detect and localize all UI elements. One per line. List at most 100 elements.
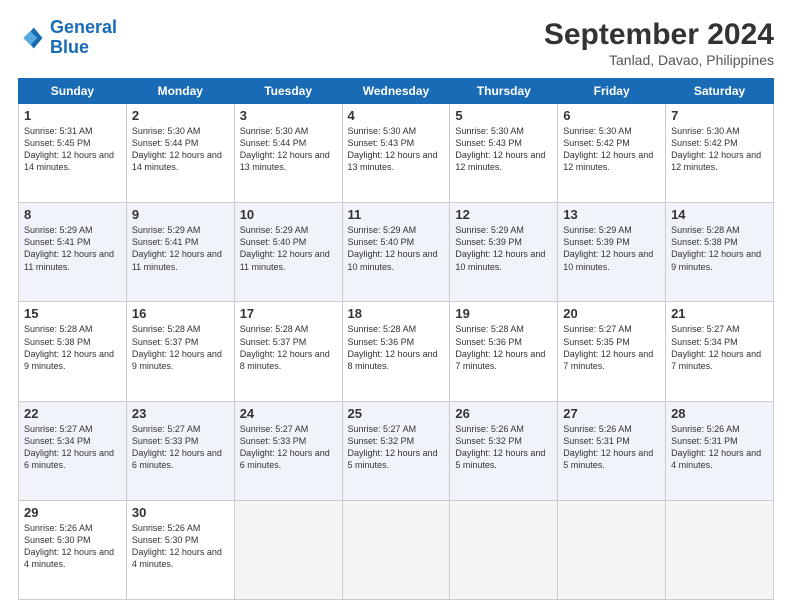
- day-number: 5: [455, 108, 552, 123]
- table-row: 13Sunrise: 5:29 AMSunset: 5:39 PMDayligh…: [558, 203, 666, 302]
- calendar-row: 1 Sunrise: 5:31 AMSunset: 5:45 PMDaylight…: [19, 104, 774, 203]
- table-row: 15Sunrise: 5:28 AMSunset: 5:38 PMDayligh…: [19, 302, 127, 401]
- table-row: 20 Sunrise: 5:27 AMSunset: 5:35 PMDayligh…: [558, 302, 666, 401]
- table-row: 10 Sunrise: 5:29 AMSunset: 5:40 PMDayligh…: [234, 203, 342, 302]
- day-info: Sunrise: 5:30 AMSunset: 5:43 PMDaylight:…: [348, 125, 445, 174]
- table-row: 2 Sunrise: 5:30 AMSunset: 5:44 PMDaylight…: [126, 104, 234, 203]
- day-info: Sunrise: 5:26 AMSunset: 5:31 PMDaylight:…: [671, 423, 768, 472]
- day-info: Sunrise: 5:27 AMSunset: 5:34 PMDaylight:…: [671, 323, 768, 372]
- day-info: Sunrise: 5:29 AMSunset: 5:39 PMDaylight:…: [563, 224, 660, 273]
- day-info: Sunrise: 5:28 AMSunset: 5:38 PMDaylight:…: [24, 323, 121, 372]
- day-number: 27: [563, 406, 660, 421]
- logo-text: General Blue: [50, 18, 117, 58]
- table-row: 25Sunrise: 5:27 AMSunset: 5:32 PMDayligh…: [342, 401, 450, 500]
- table-row: 8 Sunrise: 5:29 AMSunset: 5:41 PMDaylight…: [19, 203, 127, 302]
- col-friday: Friday: [558, 79, 666, 104]
- day-info: Sunrise: 5:30 AMSunset: 5:44 PMDaylight:…: [132, 125, 229, 174]
- day-number: 1: [24, 108, 121, 123]
- col-wednesday: Wednesday: [342, 79, 450, 104]
- day-number: 6: [563, 108, 660, 123]
- col-monday: Monday: [126, 79, 234, 104]
- day-info: Sunrise: 5:31 AMSunset: 5:45 PMDaylight:…: [24, 125, 121, 174]
- calendar-row: 8 Sunrise: 5:29 AMSunset: 5:41 PMDaylight…: [19, 203, 774, 302]
- col-saturday: Saturday: [666, 79, 774, 104]
- day-number: 29: [24, 505, 121, 520]
- header: General Blue September 2024 Tanlad, Dava…: [18, 18, 774, 68]
- day-number: 16: [132, 306, 229, 321]
- day-number: 21: [671, 306, 768, 321]
- day-number: 8: [24, 207, 121, 222]
- table-row: 11 Sunrise: 5:29 AMSunset: 5:40 PMDayligh…: [342, 203, 450, 302]
- day-info: Sunrise: 5:29 AMSunset: 5:40 PMDaylight:…: [348, 224, 445, 273]
- table-row: 27Sunrise: 5:26 AMSunset: 5:31 PMDayligh…: [558, 401, 666, 500]
- day-number: 30: [132, 505, 229, 520]
- day-number: 26: [455, 406, 552, 421]
- table-row: 12 Sunrise: 5:29 AMSunset: 5:39 PMDayligh…: [450, 203, 558, 302]
- day-info: Sunrise: 5:27 AMSunset: 5:33 PMDaylight:…: [132, 423, 229, 472]
- day-number: 11: [348, 207, 445, 222]
- day-number: 28: [671, 406, 768, 421]
- calendar-row: 22 Sunrise: 5:27 AMSunset: 5:34 PMDayligh…: [19, 401, 774, 500]
- day-number: 2: [132, 108, 229, 123]
- table-row: [558, 500, 666, 599]
- table-row: 30 Sunrise: 5:26 AMSunset: 5:30 PMDayligh…: [126, 500, 234, 599]
- day-number: 12: [455, 207, 552, 222]
- calendar-table: Sunday Monday Tuesday Wednesday Thursday…: [18, 78, 774, 600]
- calendar-row: 29 Sunrise: 5:26 AMSunset: 5:30 PMDayligh…: [19, 500, 774, 599]
- day-number: 10: [240, 207, 337, 222]
- table-row: 4 Sunrise: 5:30 AMSunset: 5:43 PMDaylight…: [342, 104, 450, 203]
- day-info: Sunrise: 5:27 AMSunset: 5:35 PMDaylight:…: [563, 323, 660, 372]
- day-info: Sunrise: 5:30 AMSunset: 5:42 PMDaylight:…: [563, 125, 660, 174]
- table-row: 24Sunrise: 5:27 AMSunset: 5:33 PMDayligh…: [234, 401, 342, 500]
- col-thursday: Thursday: [450, 79, 558, 104]
- table-row: 21 Sunrise: 5:27 AMSunset: 5:34 PMDayligh…: [666, 302, 774, 401]
- table-row: 18Sunrise: 5:28 AMSunset: 5:36 PMDayligh…: [342, 302, 450, 401]
- day-info: Sunrise: 5:27 AMSunset: 5:33 PMDaylight:…: [240, 423, 337, 472]
- day-number: 9: [132, 207, 229, 222]
- table-row: 19 Sunrise: 5:28 AMSunset: 5:36 PMDayligh…: [450, 302, 558, 401]
- logo-blue: Blue: [50, 37, 89, 57]
- calendar-row: 15Sunrise: 5:28 AMSunset: 5:38 PMDayligh…: [19, 302, 774, 401]
- day-info: Sunrise: 5:29 AMSunset: 5:40 PMDaylight:…: [240, 224, 337, 273]
- day-info: Sunrise: 5:29 AMSunset: 5:41 PMDaylight:…: [24, 224, 121, 273]
- table-row: 3 Sunrise: 5:30 AMSunset: 5:44 PMDaylight…: [234, 104, 342, 203]
- day-number: 22: [24, 406, 121, 421]
- day-info: Sunrise: 5:28 AMSunset: 5:38 PMDaylight:…: [671, 224, 768, 273]
- day-number: 20: [563, 306, 660, 321]
- day-number: 3: [240, 108, 337, 123]
- table-row: 23 Sunrise: 5:27 AMSunset: 5:33 PMDayligh…: [126, 401, 234, 500]
- day-info: Sunrise: 5:29 AMSunset: 5:39 PMDaylight:…: [455, 224, 552, 273]
- table-row: 6 Sunrise: 5:30 AMSunset: 5:42 PMDaylight…: [558, 104, 666, 203]
- day-number: 25: [348, 406, 445, 421]
- day-info: Sunrise: 5:28 AMSunset: 5:36 PMDaylight:…: [455, 323, 552, 372]
- table-row: 14 Sunrise: 5:28 AMSunset: 5:38 PMDayligh…: [666, 203, 774, 302]
- day-number: 7: [671, 108, 768, 123]
- table-row: [666, 500, 774, 599]
- col-sunday: Sunday: [19, 79, 127, 104]
- day-info: Sunrise: 5:26 AMSunset: 5:30 PMDaylight:…: [132, 522, 229, 571]
- table-row: [234, 500, 342, 599]
- day-info: Sunrise: 5:28 AMSunset: 5:37 PMDaylight:…: [240, 323, 337, 372]
- day-number: 14: [671, 207, 768, 222]
- day-info: Sunrise: 5:27 AMSunset: 5:34 PMDaylight:…: [24, 423, 121, 472]
- day-info: Sunrise: 5:28 AMSunset: 5:36 PMDaylight:…: [348, 323, 445, 372]
- logo: General Blue: [18, 18, 117, 58]
- table-row: 5Sunrise: 5:30 AMSunset: 5:43 PMDaylight…: [450, 104, 558, 203]
- day-info: Sunrise: 5:30 AMSunset: 5:42 PMDaylight:…: [671, 125, 768, 174]
- day-number: 19: [455, 306, 552, 321]
- table-row: 26 Sunrise: 5:26 AMSunset: 5:32 PMDayligh…: [450, 401, 558, 500]
- location: Tanlad, Davao, Philippines: [544, 52, 774, 68]
- table-row: [450, 500, 558, 599]
- day-number: 4: [348, 108, 445, 123]
- logo-icon: [18, 24, 46, 52]
- table-row: [342, 500, 450, 599]
- col-tuesday: Tuesday: [234, 79, 342, 104]
- table-row: 9 Sunrise: 5:29 AMSunset: 5:41 PMDaylight…: [126, 203, 234, 302]
- day-info: Sunrise: 5:29 AMSunset: 5:41 PMDaylight:…: [132, 224, 229, 273]
- logo-general: General: [50, 17, 117, 37]
- day-info: Sunrise: 5:30 AMSunset: 5:44 PMDaylight:…: [240, 125, 337, 174]
- table-row: 29 Sunrise: 5:26 AMSunset: 5:30 PMDayligh…: [19, 500, 127, 599]
- day-info: Sunrise: 5:26 AMSunset: 5:30 PMDaylight:…: [24, 522, 121, 571]
- day-info: Sunrise: 5:26 AMSunset: 5:32 PMDaylight:…: [455, 423, 552, 472]
- day-number: 23: [132, 406, 229, 421]
